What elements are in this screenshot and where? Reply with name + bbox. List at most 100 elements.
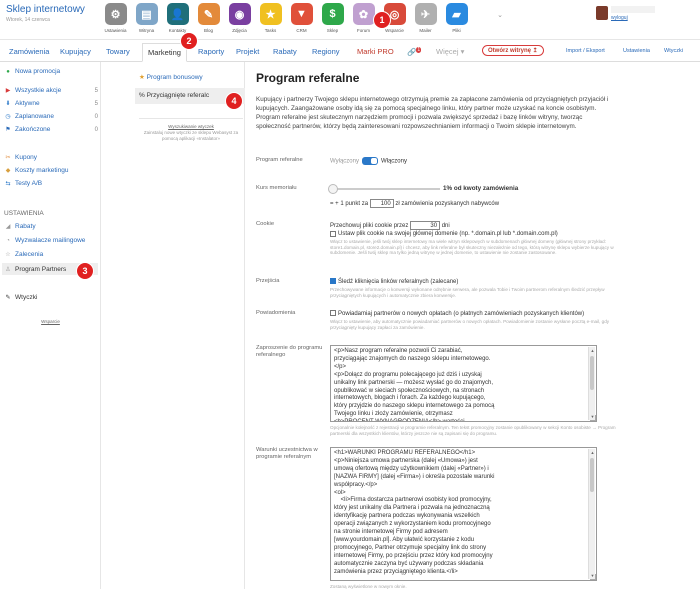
avatar[interactable] xyxy=(596,6,608,20)
tab-design[interactable]: Projekt xyxy=(236,47,259,56)
field-label: Zaproszenie do programu referalnego xyxy=(256,345,323,358)
sidebar-item-ended[interactable]: ⚑ Zakończone 0 xyxy=(4,126,98,133)
sidebar-item-active[interactable]: ⬇ Aktywne 5 xyxy=(4,100,98,107)
sidebar-item-coupons[interactable]: ✂ Kupony xyxy=(4,154,98,161)
app-label: CRM xyxy=(296,28,307,33)
new-promo-link[interactable]: ● Nowa promocja xyxy=(4,68,98,75)
sidebar-item-discounts[interactable]: ◢ Rabaty xyxy=(4,223,98,230)
app-mailer[interactable]: ✈ Mailer xyxy=(410,2,441,33)
bonus-icon: ★ xyxy=(139,74,147,81)
app-crm[interactable]: ▼ CRM xyxy=(286,2,317,33)
sidebar-item-recommendations[interactable]: ☆ Zalecenia xyxy=(4,251,98,258)
main-content: Program referalne Kupujący i partnerzy T… xyxy=(256,62,700,589)
sidebar-item-label: Rabaty xyxy=(15,223,36,230)
star-outline-icon: ☆ xyxy=(5,252,11,258)
tab-orders[interactable]: Zamówienia xyxy=(9,47,49,56)
rate-slider[interactable] xyxy=(328,184,440,194)
sidebar-item-mailing[interactable]: ◔ Wyzwalacze mailingowe xyxy=(4,237,98,244)
notify-option[interactable]: Powiadamiaj partnerów o nowych opłatach … xyxy=(330,310,620,318)
plugins-link[interactable]: Wtyczki xyxy=(664,48,683,54)
plug-icon: ✎ xyxy=(5,295,11,301)
date-label: Wtorek, 14 czerwca xyxy=(6,17,50,23)
settings-link[interactable]: Ustawienia xyxy=(623,48,650,54)
app-photos[interactable]: ◉ Zdjęcia xyxy=(224,2,255,33)
scrollbar[interactable]: ▲ ▼ xyxy=(588,449,595,579)
plugin-search-link[interactable]: Wyszukiwanie wtyczek xyxy=(168,124,214,129)
logout-link[interactable]: wyloguj xyxy=(611,15,628,21)
tab-products[interactable]: Towary xyxy=(106,47,130,56)
tab-reports[interactable]: Raporty xyxy=(198,47,224,56)
slider-handle[interactable] xyxy=(328,184,338,194)
count: 5 xyxy=(94,100,98,107)
sidebar-item-label: Zalecenia xyxy=(15,251,44,258)
tracking-option[interactable]: Śledź kliknięcia linków referalnych (zal… xyxy=(330,278,620,286)
invite-help: Opcjonalnie kolejność z rejestracji w pr… xyxy=(330,425,616,436)
ab-test-icon: ⇆ xyxy=(5,181,11,187)
tab-regions[interactable]: Regiony xyxy=(312,47,340,56)
field-label: Kurs memoriału xyxy=(256,185,297,191)
rate-post: zł zamówienia pozyskanych nabywców xyxy=(395,201,500,208)
tab-discounts[interactable]: Rabaty xyxy=(273,47,297,56)
app-contacts[interactable]: 👤 Kontakty xyxy=(162,2,193,33)
cookie-domain-checkbox[interactable] xyxy=(330,230,336,237)
subnav-bonus-program[interactable]: ★ Program bonusowy xyxy=(139,73,203,81)
cookie-control: Przechowuj pliki cookie przez 30 dni Ust… xyxy=(330,221,620,256)
rate-amount-input[interactable]: 100 xyxy=(369,199,394,208)
terms-textarea[interactable]: <h1>WARUNKI PROGRAMU REFERALNEGO</h1> <p… xyxy=(330,447,597,581)
notifications-icon[interactable]: 🔗1 xyxy=(407,47,422,57)
website-icon: ▤ xyxy=(135,3,158,25)
field-label: Powiadomienia xyxy=(256,310,296,316)
scroll-up-icon[interactable]: ▲ xyxy=(589,347,596,354)
scroll-up-icon[interactable]: ▲ xyxy=(589,449,596,456)
import-export-link[interactable]: Import / Eksport xyxy=(566,48,605,54)
cookie-days-line: Przechowuj pliki cookie przez 30 dni xyxy=(330,221,620,230)
app-star[interactable]: ★ Tasks xyxy=(255,2,286,33)
open-storefront-button[interactable]: Otwórz witrynę ↥ xyxy=(482,45,544,56)
marketing-sidebar: ● Nowa promocja ▶ Wszystkie akcje 5 ⬇ Aktywn… xyxy=(0,62,101,589)
cookie-domain-option[interactable]: Ustaw plik cookie na swojej głównej dome… xyxy=(330,230,620,238)
sidebar-item-all-promos[interactable]: ▶ Wszystkie akcje 5 xyxy=(4,87,98,94)
subnav-label: Program bonusowy xyxy=(146,74,203,81)
app-gear[interactable]: ⚙ Ustawienia xyxy=(100,2,131,33)
tracking-control: Śledź kliknięcia linków referalnych (zal… xyxy=(330,278,620,298)
app-folder[interactable]: ▰ Pliki xyxy=(441,2,472,33)
new-promo-label: Nowa promocja xyxy=(15,68,61,75)
store-title[interactable]: Sklep internetowy xyxy=(6,4,85,15)
tab-pro-brands[interactable]: Marki PRO xyxy=(357,47,394,56)
sidebar-item-label: Aktywne xyxy=(15,100,40,107)
money-icon: ◆ xyxy=(5,168,11,174)
program-toggle[interactable] xyxy=(361,157,378,165)
tab-customers[interactable]: Kupujący xyxy=(60,47,91,56)
tracking-checkbox[interactable] xyxy=(330,278,336,285)
scrollbar[interactable]: ▲ ▼ xyxy=(588,347,595,420)
cookie-domain-label: Ustaw plik cookie na swojej głównej dome… xyxy=(338,231,558,238)
rate-control: 1% od kwoty zamówienia = + 1 punkt za 10… xyxy=(328,184,620,209)
sidebar-item-label: Zakończone xyxy=(15,126,51,133)
sidebar-item-ab-tests[interactable]: ⇆ Testy A/B xyxy=(4,180,98,187)
tab-marketing[interactable]: Marketing xyxy=(142,43,187,62)
notify-checkbox[interactable] xyxy=(330,310,336,317)
cookie-help: Włącz to ustawienie, jeśli twój sklep in… xyxy=(330,239,614,256)
resize-handle[interactable] xyxy=(590,574,596,580)
resize-handle[interactable] xyxy=(590,415,596,421)
invite-textarea[interactable]: <p>Nasz program referalne pozwoli Ci zar… xyxy=(330,345,597,422)
app-label: Forum xyxy=(356,28,370,33)
sidebar-item-plugins[interactable]: ✎ Wtyczki xyxy=(4,294,98,301)
app-pencil[interactable]: ✎ Blog xyxy=(193,2,224,33)
tracking-label: Śledź kliknięcia linków referalnych (zal… xyxy=(338,279,459,285)
chevron-down-icon[interactable]: ⌄ xyxy=(472,2,503,33)
user-name[interactable] xyxy=(611,6,655,13)
field-label: Program referalne xyxy=(256,157,303,163)
app-website[interactable]: ▤ Witryna xyxy=(131,2,162,33)
sidebar-item-scheduled[interactable]: ◷ Zaplanowane 0 xyxy=(4,113,98,120)
sidebar-item-marketing-costs[interactable]: ◆ Koszty marketingu xyxy=(4,167,98,174)
app-label: Zdjęcia xyxy=(232,28,247,33)
app-shop-dollar[interactable]: $ Sklep xyxy=(317,2,348,33)
sidebar-item-label: Testy A/B xyxy=(15,180,43,187)
brand[interactable]: Sklep internetowy Wtorek, 14 czerwca xyxy=(6,4,85,23)
cookie-pre: Przechowuj pliki cookie przez xyxy=(330,223,409,230)
cookie-days-input[interactable]: 30 xyxy=(410,221,441,230)
more-dropdown[interactable]: Więcej ▾ xyxy=(436,47,464,56)
help-link[interactable]: Wsparcie xyxy=(0,319,101,324)
mail-trigger-icon: ◔ xyxy=(6,237,10,244)
